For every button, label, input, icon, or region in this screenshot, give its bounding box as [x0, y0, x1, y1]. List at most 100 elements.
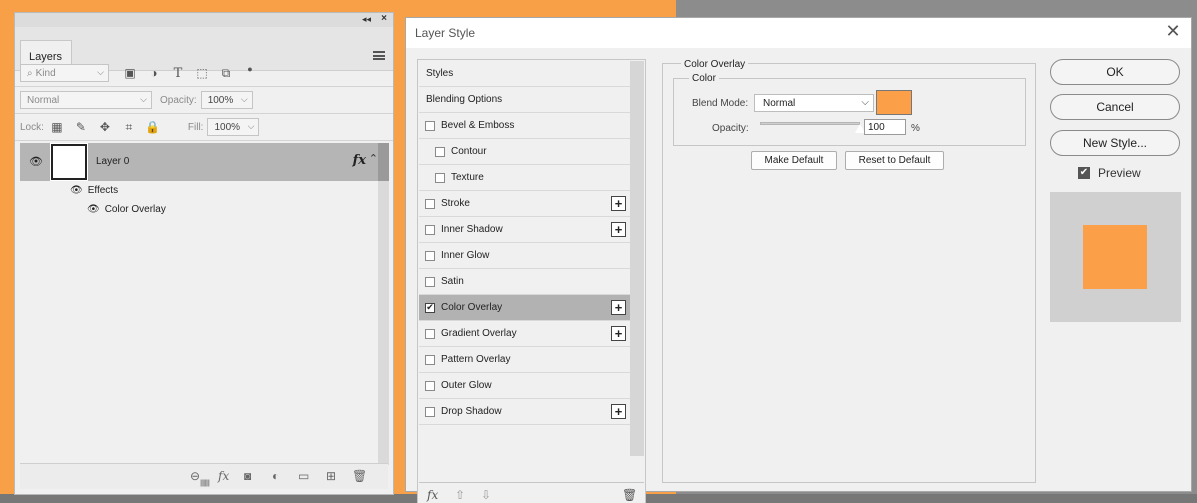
delete-effect-icon[interactable]: 🗑 [622, 488, 637, 502]
layer-name: Layer 0 [96, 156, 130, 167]
fill-input[interactable]: 100% ⌵ [207, 118, 260, 136]
opacity-input[interactable]: 100 [864, 119, 906, 135]
opacity-input[interactable]: 100% ⌵ [200, 91, 253, 109]
visibility-eye-icon[interactable]: 👁 [29, 155, 43, 168]
style-item-stroke[interactable]: Stroke + [419, 191, 630, 217]
opacity-slider[interactable] [760, 122, 860, 125]
style-item-texture[interactable]: Texture [419, 165, 630, 191]
move-up-icon[interactable]: ⇧ [455, 488, 465, 502]
style-item-satin[interactable]: Satin [419, 269, 630, 295]
style-checkbox[interactable] [425, 198, 435, 209]
preview-toggle[interactable]: ✔ Preview [1078, 166, 1141, 180]
panel-menu-icon[interactable] [373, 51, 385, 60]
close-icon[interactable]: × [381, 13, 387, 24]
chevron-up-icon[interactable]: ⌃ [369, 152, 378, 165]
style-item-pattern-overlay[interactable]: Pattern Overlay [419, 347, 630, 373]
style-item-color-overlay[interactable]: ✔ Color Overlay + [419, 295, 630, 321]
style-item-styles[interactable]: Styles [419, 61, 630, 87]
style-item-label: Inner Shadow [441, 224, 503, 235]
adjustment-filter-icon[interactable]: ◑ [145, 64, 163, 82]
fx-icon[interactable]: fx [353, 153, 366, 168]
lock-paint-icon[interactable]: ✎ [72, 118, 90, 136]
type-filter-icon[interactable]: T [169, 64, 187, 82]
layer-row[interactable]: 👁 Layer 0 fx ⌃ [20, 143, 378, 181]
new-group-icon[interactable]: ▭ [298, 469, 309, 483]
style-checkbox[interactable] [425, 380, 435, 391]
filter-kind-select[interactable]: ⌕ Kind ⌵ [20, 64, 109, 82]
style-checkbox[interactable]: ✔ [425, 302, 435, 313]
scrollbar-thumb[interactable] [378, 143, 389, 181]
add-instance-icon[interactable]: + [611, 222, 626, 237]
section-title: Color Overlay [681, 59, 749, 70]
smart-object-filter-icon[interactable]: ⧉ [217, 64, 235, 82]
reset-default-button[interactable]: Reset to Default [845, 151, 944, 170]
fill-label: Fill: [187, 121, 204, 133]
add-instance-icon[interactable]: + [611, 300, 626, 315]
style-checkbox[interactable] [425, 354, 435, 365]
add-instance-icon[interactable]: + [611, 404, 626, 419]
styles-list: Drop Shadow + Outer Glow Pattern Overlay Gra… [417, 59, 646, 503]
style-checkbox[interactable] [425, 224, 435, 235]
effects-row[interactable]: 👁 Effects [70, 181, 118, 199]
effects-eye-icon[interactable]: 👁 [70, 185, 83, 196]
make-default-button[interactable]: Make Default [751, 151, 837, 170]
style-item-label: Satin [441, 276, 464, 287]
move-down-icon[interactable]: ⇩ [481, 488, 491, 502]
styles-toolbar: fx ⇧ ⇩ 🗑 [419, 482, 644, 503]
style-checkbox[interactable] [425, 250, 435, 261]
ok-button[interactable]: OK [1050, 59, 1180, 85]
shape-filter-icon[interactable]: ⬚ [193, 64, 211, 82]
style-item-label: Gradient Overlay [441, 328, 517, 339]
layers-panel: ◂◂ × Layers ⌕ Kind ⌵ ▣ ◑ T ⬚ ⧉ ● Normal … [14, 12, 394, 495]
effect-item-row[interactable]: 👁 Color Overlay [87, 200, 166, 218]
style-checkbox[interactable] [435, 146, 445, 157]
style-item-drop-shadow[interactable]: Drop Shadow + [419, 399, 630, 425]
new-layer-icon[interactable]: ⊞ [326, 469, 336, 483]
collapse-icon[interactable]: ◂◂ [362, 14, 371, 25]
style-item-gradient-overlay[interactable]: Gradient Overlay + [419, 321, 630, 347]
cancel-button[interactable]: Cancel [1050, 94, 1180, 120]
add-instance-icon[interactable]: + [611, 196, 626, 211]
style-checkbox[interactable] [425, 406, 435, 417]
lock-artboard-icon[interactable]: ⌗ [120, 118, 138, 136]
style-item-inner-glow[interactable]: Inner Glow [419, 243, 630, 269]
preview-checkbox[interactable]: ✔ [1078, 167, 1090, 179]
fx-menu-icon[interactable]: fx [427, 488, 438, 502]
link-layers-icon[interactable]: ⊖ [190, 469, 200, 483]
add-style-icon[interactable]: fx [218, 469, 229, 483]
layers-scrollbar[interactable] [378, 143, 389, 465]
add-mask-icon[interactable]: ◙ [244, 469, 251, 483]
style-checkbox[interactable] [425, 120, 435, 131]
color-swatch[interactable] [876, 90, 912, 115]
lock-all-icon[interactable]: 🔒 [144, 118, 162, 136]
effect-eye-icon[interactable]: 👁 [87, 204, 100, 215]
new-style-button[interactable]: New Style... [1050, 130, 1180, 156]
style-item-bevel-emboss[interactable]: Bevel & Emboss [419, 113, 630, 139]
blend-mode-select[interactable]: Normal ⌵ [20, 91, 152, 109]
resize-grip[interactable]: ||||||||||| [200, 480, 210, 487]
new-adjustment-icon[interactable]: ◐ [272, 469, 279, 483]
filter-toggle-icon[interactable]: ● [241, 60, 259, 78]
pixel-filter-icon[interactable]: ▣ [121, 64, 139, 82]
blend-mode-select[interactable]: Normal ⌵ [754, 94, 874, 112]
styles-scrollbar[interactable] [630, 61, 644, 456]
opacity-unit: % [911, 123, 920, 134]
style-item-label: Drop Shadow [441, 406, 502, 417]
close-icon[interactable]: ✕ [1163, 21, 1183, 42]
lock-position-icon[interactable]: ✥ [96, 118, 114, 136]
style-item-outer-glow[interactable]: Outer Glow [419, 373, 630, 399]
style-checkbox[interactable] [435, 172, 445, 183]
opacity-label: Opacity: [712, 123, 749, 134]
style-item-inner-shadow[interactable]: Inner Shadow + [419, 217, 630, 243]
layers-toolbar: ⊖ fx ◙ ◐ ▭ ⊞ 🗑 ||||||||||| [20, 463, 388, 489]
style-checkbox[interactable] [425, 328, 435, 339]
style-item-contour[interactable]: Contour [419, 139, 630, 165]
delete-layer-icon[interactable]: 🗑 [352, 469, 367, 483]
style-item-blending-options[interactable]: Blending Options [419, 87, 630, 113]
filter-kind-value: Kind [35, 67, 56, 79]
add-instance-icon[interactable]: + [611, 326, 626, 341]
style-checkbox[interactable] [425, 276, 435, 287]
tab-layers-label: Layers [29, 51, 63, 63]
chevron-down-icon: ⌵ [247, 121, 255, 131]
lock-transparency-icon[interactable]: ▦ [48, 118, 66, 136]
